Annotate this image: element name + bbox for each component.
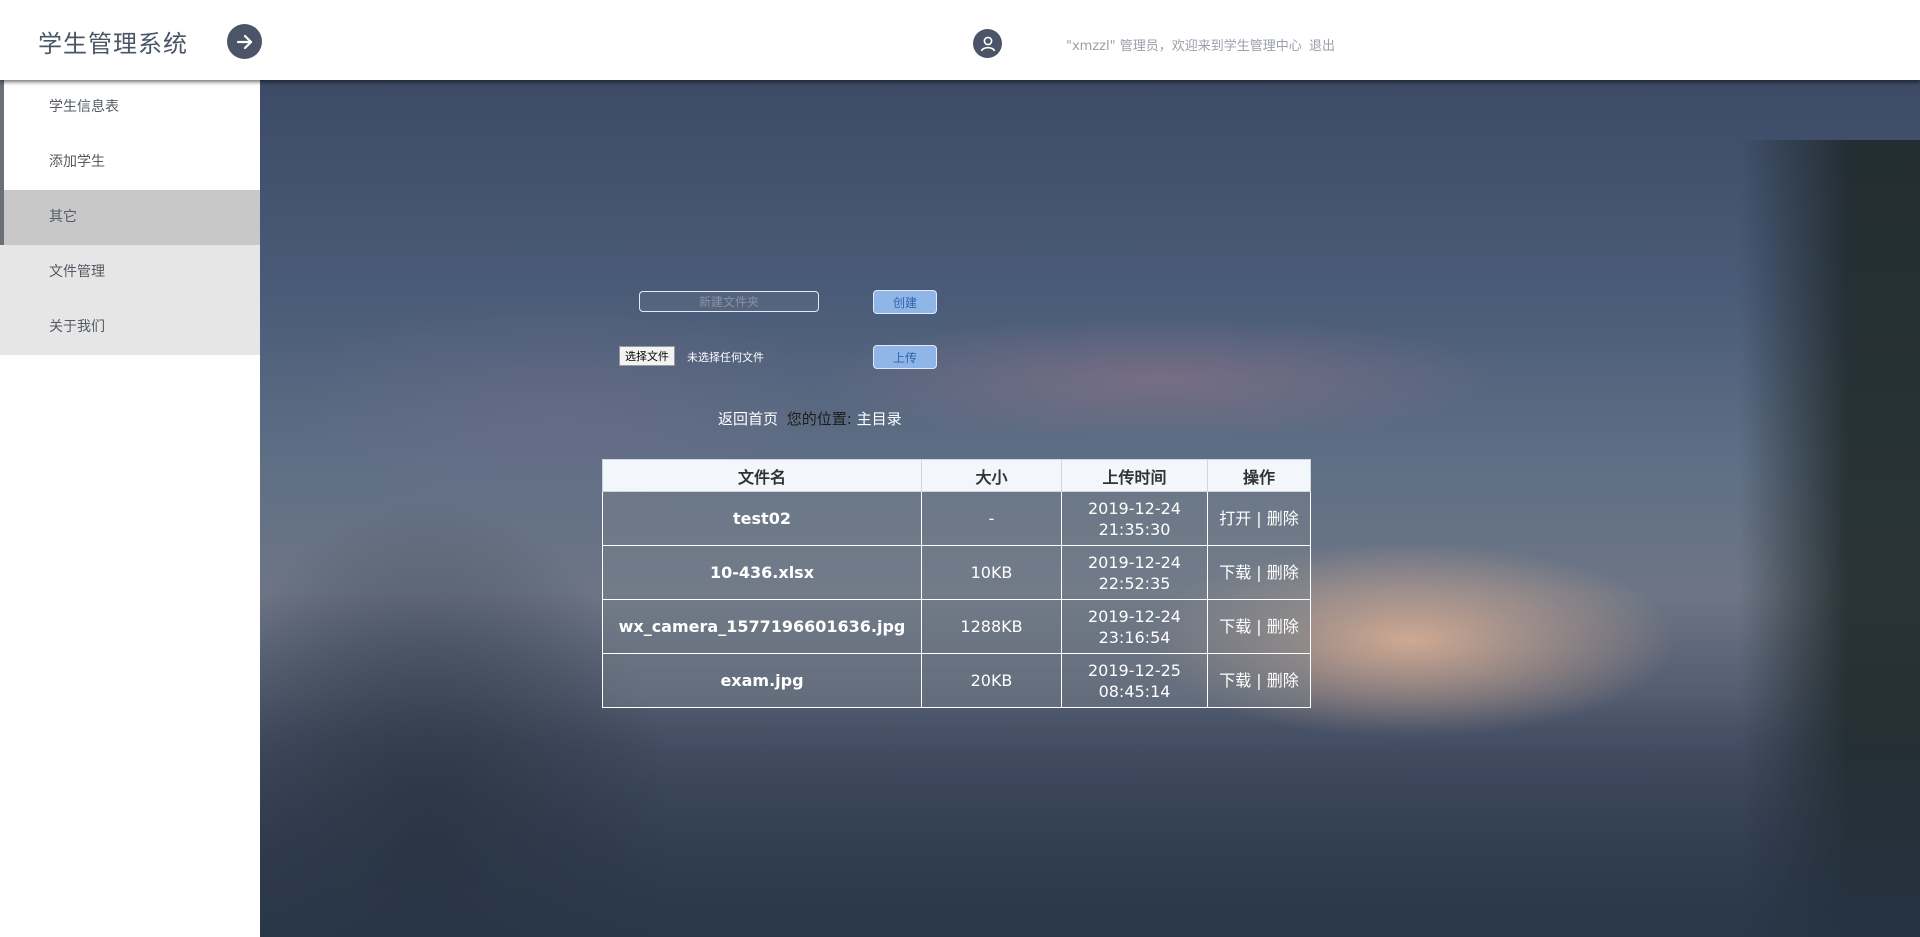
file-actions: 下载 | 删除 — [1207, 545, 1311, 600]
file-actions: 下载 | 删除 — [1207, 599, 1311, 654]
choose-file-button[interactable]: 选择文件 — [619, 346, 675, 366]
delete-link[interactable]: 删除 — [1267, 509, 1299, 528]
column-header-actions: 操作 — [1207, 459, 1311, 492]
upload-clock: 21:35:30 — [1098, 519, 1171, 539]
file-table: 文件名 大小 上传时间 操作 test02 - 2019-12-24 21:35:… — [602, 459, 1311, 708]
table-row: test02 - 2019-12-24 21:35:30 打开 | 删除 — [602, 491, 1311, 546]
sidebar-item-file-management[interactable]: 文件管理 — [0, 245, 260, 300]
download-link[interactable]: 下载 — [1219, 671, 1251, 690]
upload-clock: 08:45:14 — [1098, 681, 1171, 701]
top-header: 学生管理系统 "xmzzl" 管理员，欢迎来到学生管理中心 退出 — [0, 0, 1920, 80]
new-folder-input[interactable] — [639, 291, 819, 312]
user-icon — [980, 36, 995, 51]
back-home-link[interactable]: 返回首页 — [718, 410, 778, 428]
create-folder-button[interactable]: 创建 — [873, 290, 937, 314]
logout-link[interactable]: 退出 — [1309, 35, 1335, 54]
table-row: exam.jpg 20KB 2019-12-25 08:45:14 下载 | 删除 — [602, 653, 1311, 708]
action-separator: | — [1256, 617, 1262, 636]
arrow-right-icon — [236, 34, 252, 49]
upload-clock: 22:52:35 — [1098, 573, 1171, 593]
file-size: 20KB — [921, 653, 1062, 708]
sidebar-item-student-info[interactable]: 学生信息表 — [0, 80, 260, 135]
table-row: wx_camera_1577196601636.jpg 1288KB 2019-… — [602, 599, 1311, 654]
download-link[interactable]: 下载 — [1219, 563, 1251, 582]
main-content: 创建 选择文件 未选择任何文件 上传 返回首页 您的位置: 主目录 文件名 大小… — [260, 80, 1920, 937]
sidebar-item-add-student[interactable]: 添加学生 — [0, 135, 260, 190]
column-header-name: 文件名 — [602, 459, 922, 492]
sidebar-item-about-us[interactable]: 关于我们 — [0, 300, 260, 355]
file-upload-time: 2019-12-25 08:45:14 — [1061, 653, 1208, 708]
brand-title: 学生管理系统 — [38, 30, 188, 58]
upload-date: 2019-12-24 — [1088, 498, 1181, 518]
delete-link[interactable]: 删除 — [1267, 563, 1299, 582]
file-upload-time: 2019-12-24 23:16:54 — [1061, 599, 1208, 654]
file-size: 10KB — [921, 545, 1062, 600]
welcome-text: "xmzzl" 管理员，欢迎来到学生管理中心 — [1066, 39, 1302, 54]
background-scene-ground — [260, 697, 1920, 937]
upload-date: 2019-12-25 — [1088, 660, 1181, 680]
column-header-size: 大小 — [921, 459, 1062, 492]
table-row: 10-436.xlsx 10KB 2019-12-24 22:52:35 下载 |… — [602, 545, 1311, 600]
action-separator: | — [1256, 509, 1262, 528]
table-header-row: 文件名 大小 上传时间 操作 — [602, 459, 1311, 492]
open-link[interactable]: 打开 — [1219, 509, 1251, 528]
action-separator: | — [1256, 671, 1262, 690]
file-size: 1288KB — [921, 599, 1062, 654]
user-avatar[interactable] — [973, 29, 1002, 58]
sidebar: 学生信息表 添加学生 其它 文件管理 关于我们 — [0, 80, 260, 937]
file-size: - — [921, 491, 1062, 546]
upload-date: 2019-12-24 — [1088, 606, 1181, 626]
file-name: test02 — [602, 491, 922, 546]
file-name: exam.jpg — [602, 653, 922, 708]
upload-date: 2019-12-24 — [1088, 552, 1181, 572]
file-name: 10-436.xlsx — [602, 545, 922, 600]
file-name: wx_camera_1577196601636.jpg — [602, 599, 922, 654]
sidebar-toggle-button[interactable] — [227, 24, 262, 59]
column-header-upload-time: 上传时间 — [1061, 459, 1208, 492]
file-actions: 打开 | 删除 — [1207, 491, 1311, 546]
breadcrumb: 返回首页 您的位置: 主目录 — [718, 408, 902, 429]
action-separator: | — [1256, 563, 1262, 582]
download-link[interactable]: 下载 — [1219, 617, 1251, 636]
sidebar-item-other[interactable]: 其它 — [0, 190, 260, 245]
file-upload-time: 2019-12-24 21:35:30 — [1061, 491, 1208, 546]
file-upload-time: 2019-12-24 22:52:35 — [1061, 545, 1208, 600]
location-value: 主目录 — [856, 410, 902, 428]
no-file-selected-text: 未选择任何文件 — [687, 351, 764, 364]
upload-button[interactable]: 上传 — [873, 345, 937, 369]
upload-clock: 23:16:54 — [1098, 627, 1171, 647]
delete-link[interactable]: 删除 — [1267, 617, 1299, 636]
file-actions: 下载 | 删除 — [1207, 653, 1311, 708]
location-label: 您的位置: — [786, 410, 852, 428]
delete-link[interactable]: 删除 — [1267, 671, 1299, 690]
